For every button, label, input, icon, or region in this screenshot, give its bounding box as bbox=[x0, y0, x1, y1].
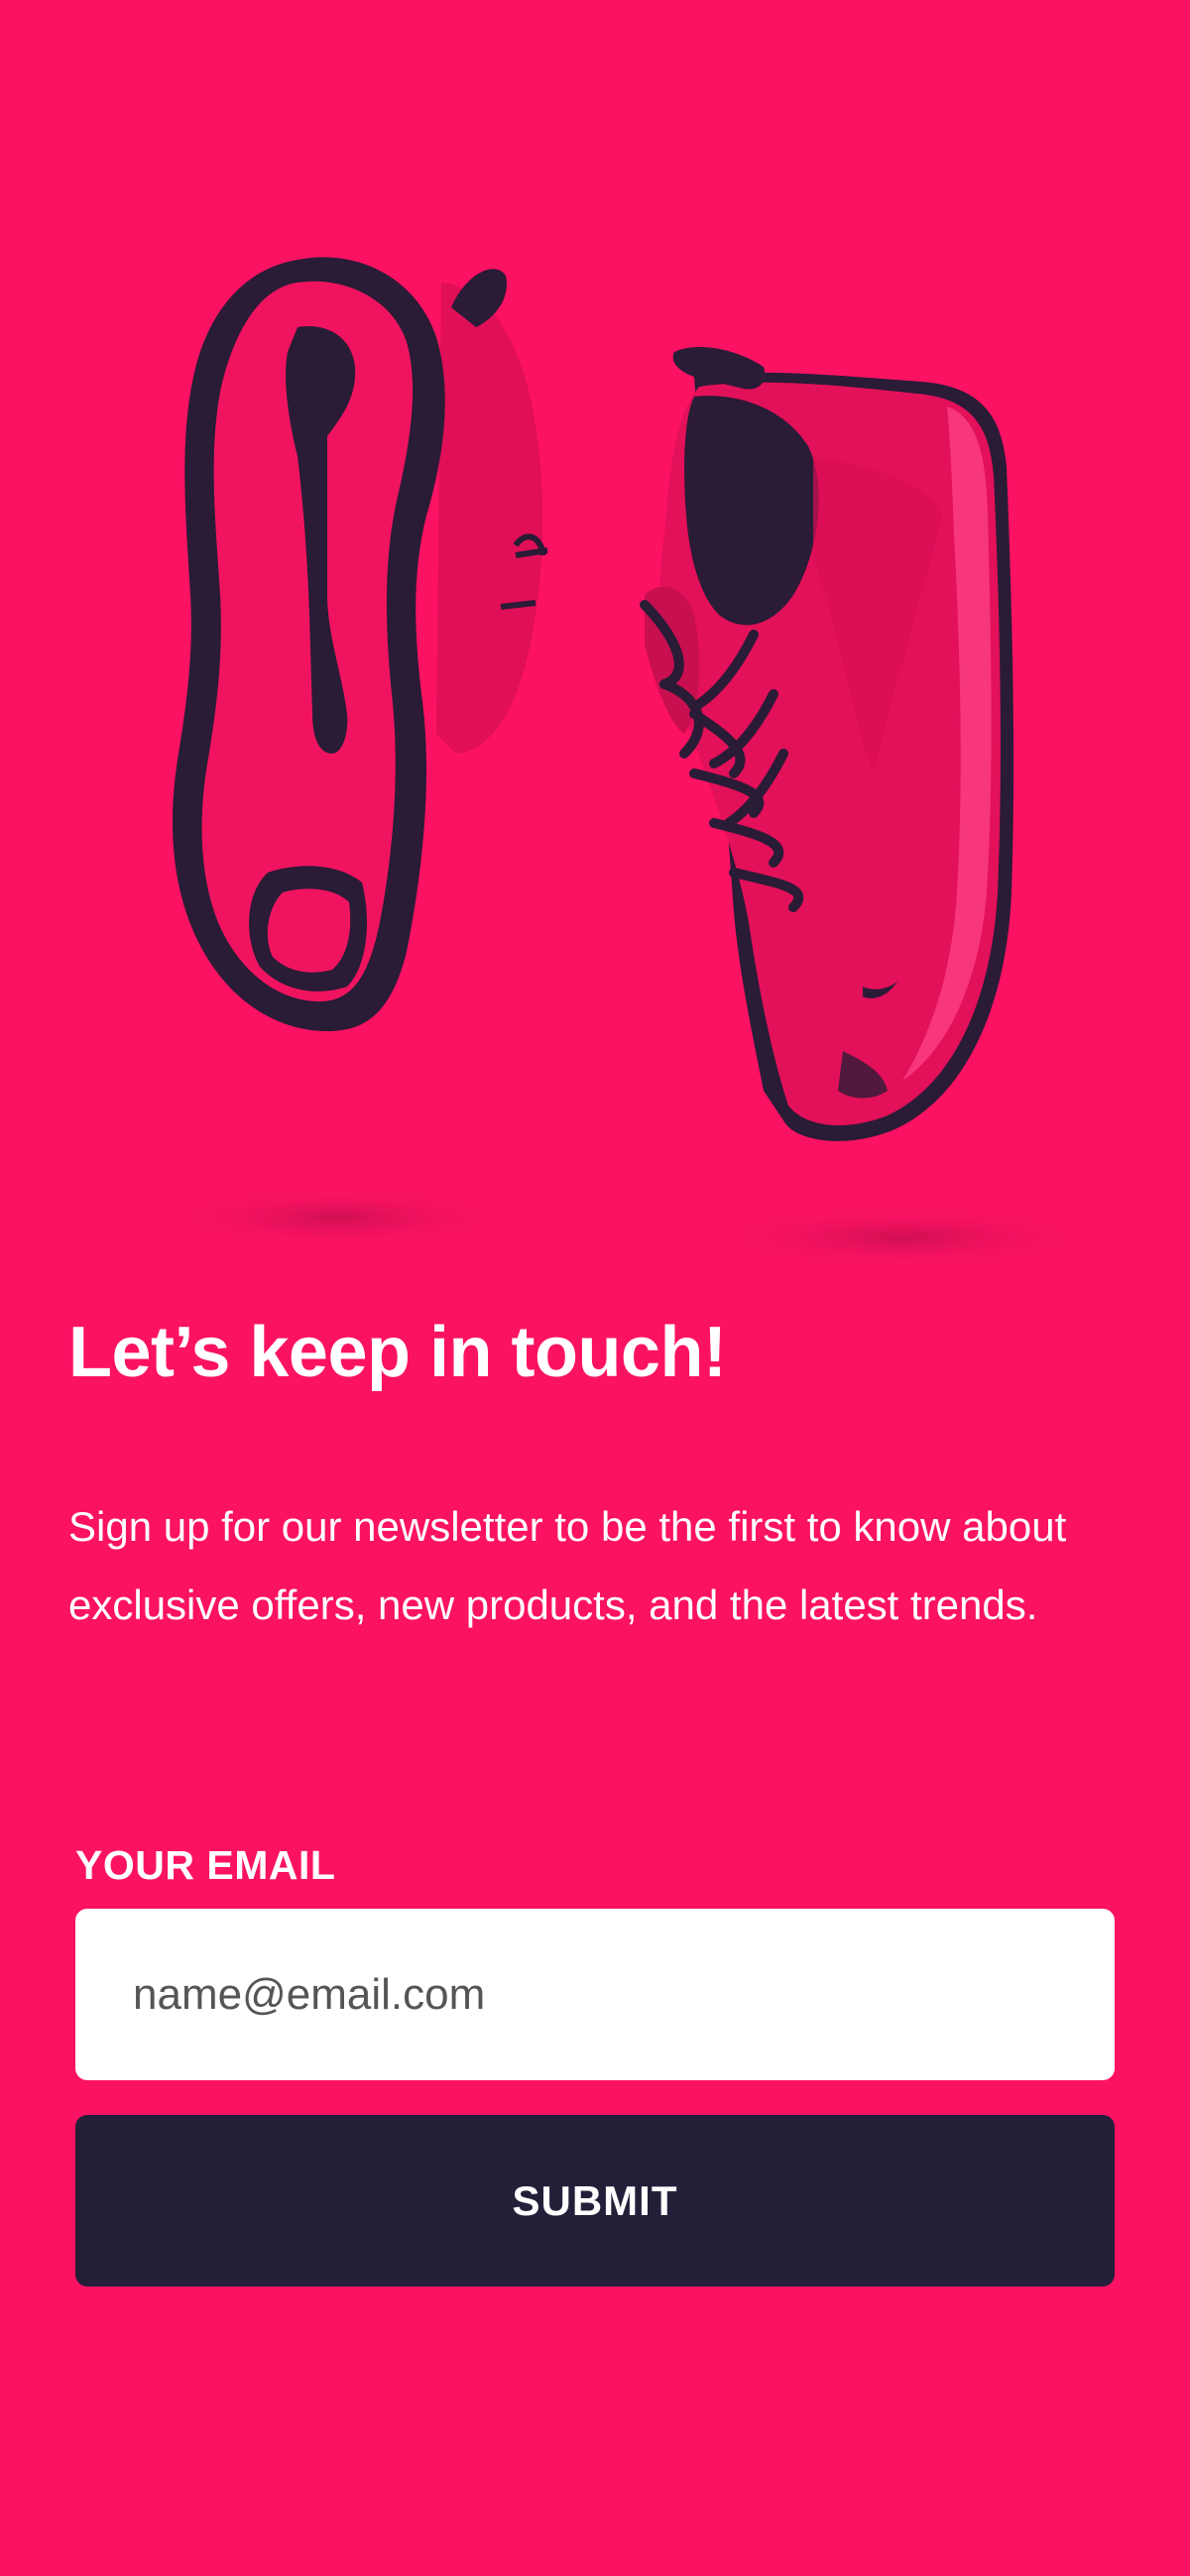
shoes-illustration bbox=[149, 257, 1111, 1271]
left-shoe-shadow bbox=[149, 1186, 526, 1249]
newsletter-description: Sign up for our newsletter to be the fir… bbox=[68, 1503, 1067, 1628]
submit-button[interactable]: SUBMIT bbox=[75, 2115, 1115, 2286]
page-title: Let’s keep in touch! bbox=[68, 1313, 727, 1392]
email-label: YOUR EMAIL bbox=[75, 1842, 336, 1888]
email-input[interactable] bbox=[75, 1909, 1115, 2080]
right-shoe-shadow bbox=[694, 1204, 1111, 1271]
hero-shoes-image bbox=[0, 0, 1190, 1289]
right-shoe bbox=[640, 347, 1014, 1141]
left-shoe bbox=[173, 257, 548, 1031]
